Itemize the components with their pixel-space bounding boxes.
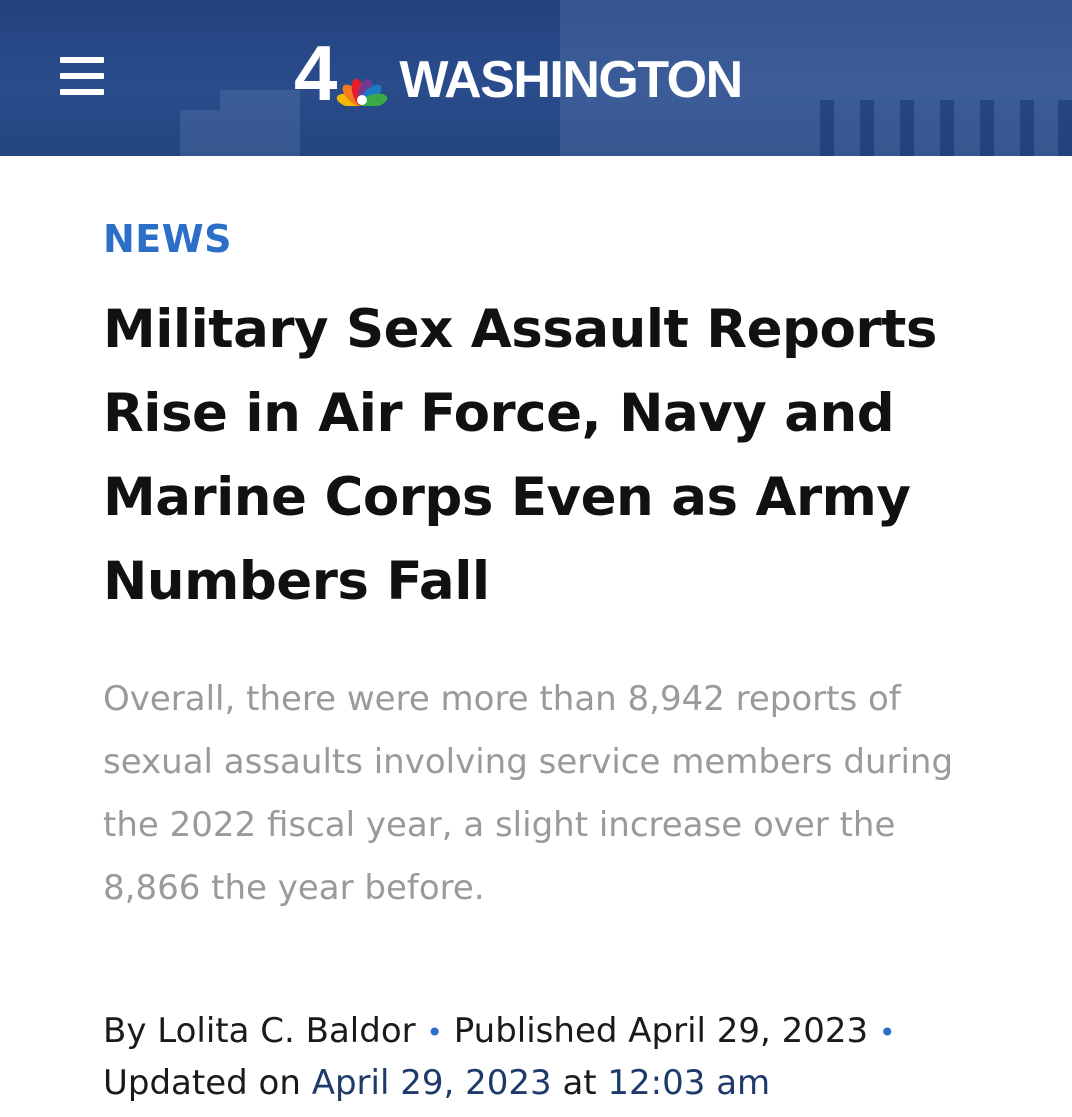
published-date: April 29, 2023 (628, 1011, 869, 1051)
updated-time[interactable]: 12:03 am (607, 1063, 770, 1103)
published-prefix: Published (453, 1011, 618, 1051)
peacock-body (357, 95, 368, 105)
menu-line-icon (60, 89, 104, 95)
menu-line-icon (60, 73, 104, 79)
hamburger-menu-button[interactable] (57, 53, 107, 99)
at-word: at (562, 1063, 597, 1103)
separator-dot: • (426, 1016, 443, 1049)
byline-prefix: By (103, 1011, 147, 1051)
article-header: NEWS Military Sex Assault Reports Rise i… (103, 212, 983, 1109)
byline: By Lolita C. Baldor • Published April 29… (103, 1006, 983, 1109)
updated-date[interactable]: April 29, 2023 (312, 1063, 552, 1103)
article-headline: Military Sex Assault Reports Rise in Air… (103, 299, 937, 612)
nbc-peacock-icon (337, 78, 388, 106)
category-label[interactable]: NEWS (103, 212, 983, 266)
logo-text: WASHINGTON (399, 51, 743, 109)
updated-prefix: Updated on (103, 1063, 301, 1103)
nbc4-washington-logo[interactable]: 4 WASHINGTON (294, 34, 743, 112)
separator-dot: • (879, 1016, 896, 1049)
author-name[interactable]: Lolita C. Baldor (157, 1011, 415, 1051)
menu-line-icon (60, 57, 104, 63)
site-header: 4 WASHINGTON (0, 0, 1072, 156)
article-summary: Overall, there were more than 8,942 repo… (103, 679, 954, 908)
